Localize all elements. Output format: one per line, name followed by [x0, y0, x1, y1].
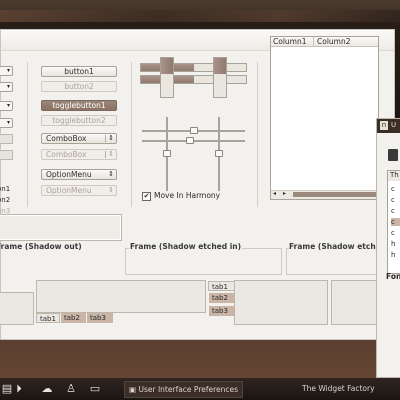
updown-arrows-icon: ⇕ [108, 134, 114, 142]
combobox-2[interactable]: ComboBox ⇕ [41, 149, 117, 160]
spin-button-3[interactable]: ▾ [0, 101, 13, 111]
scroll-right-icon[interactable]: ▸ [283, 190, 286, 197]
optionmenu-1-label: OptionMenu [46, 170, 92, 179]
column-separator [131, 62, 132, 207]
tree-column-header-2[interactable]: Column2 [314, 37, 378, 47]
combobox-2-label: ComboBox [46, 150, 87, 159]
progress-bar-horizontal-2 [140, 75, 247, 84]
spin-button-1[interactable]: ▾ [0, 66, 13, 76]
side-window-title-fragment: U [391, 121, 397, 129]
preferences-icon: ▣ [129, 385, 137, 394]
side-list-item[interactable]: c [391, 207, 400, 215]
notebook-tab-2[interactable]: tab2 [61, 313, 86, 323]
entry-1[interactable] [0, 134, 13, 144]
notebook-left-tab-1[interactable]: tab1 [208, 281, 235, 291]
frame-shadow-out [0, 214, 122, 241]
column-separator [257, 62, 258, 207]
top-panel-glow [0, 10, 400, 22]
button2[interactable]: button2 [41, 81, 117, 92]
progress-bar-vertical-1 [160, 57, 174, 98]
terminal-icon[interactable]: ▭ [88, 382, 102, 395]
optionmenu-2[interactable]: OptionMenu ⇕ [41, 185, 117, 196]
side-list-item[interactable]: h [391, 240, 400, 248]
frame-shadow-etched-in [125, 248, 282, 275]
frame-shadow-out-label: Frame (Shadow out) [0, 242, 82, 251]
frame-shadow-etched-out-label: Frame (Shadow etched out) [289, 242, 377, 251]
side-list-item[interactable]: h [391, 251, 400, 259]
chevron-down-icon: ▾ [6, 83, 10, 90]
button1[interactable]: button1 [41, 66, 117, 77]
hscale-2[interactable] [142, 137, 245, 144]
togglebutton2[interactable]: togglebutton2 [41, 115, 117, 126]
notebook-left-tab-3[interactable]: tab3 [209, 306, 234, 316]
scrollbar-thumb[interactable] [293, 192, 377, 197]
updown-arrows-icon: ⇕ [108, 170, 114, 178]
scroll-left-icon[interactable]: ◂ [273, 190, 276, 197]
side-list[interactable]: Th ccccchh [387, 170, 400, 274]
combo-separator [105, 151, 106, 158]
tree-view[interactable]: Column1 Column2 ◂ ▸ [270, 36, 379, 200]
chevron-down-icon: ▾ [6, 119, 10, 126]
user-icon[interactable]: ♙ [64, 382, 78, 395]
updown-arrows-icon: ⇕ [108, 150, 114, 158]
chat-icon[interactable]: ☁ [40, 382, 54, 395]
taskbar-item-widget-factory[interactable]: The Widget Factory [298, 381, 379, 396]
side-list-header[interactable]: Th [388, 171, 400, 181]
slider-knob[interactable] [163, 150, 171, 157]
media-play-icon[interactable]: ⏵ [12, 382, 26, 395]
slider-knob[interactable] [185, 137, 194, 144]
notebook-tab-3[interactable]: tab3 [87, 313, 113, 323]
progress-fill [161, 58, 173, 74]
notebook-left-panel [0, 292, 34, 325]
move-in-harmony-checkbox[interactable]: ✔ Move In Harmony [142, 191, 220, 201]
slider-knob[interactable] [215, 150, 223, 157]
notebook-left-tabs-body [234, 280, 328, 325]
checkbox-label: Move In Harmony [154, 191, 221, 200]
side-window: n U Th ccccchh Fon [376, 118, 400, 378]
chevron-down-icon: ▾ [6, 102, 10, 109]
side-list-item[interactable]: c [391, 229, 400, 237]
entry-2[interactable] [0, 150, 13, 160]
vscale-1[interactable] [163, 117, 171, 191]
checkmark-icon: ✔ [142, 191, 151, 201]
combo-separator [105, 135, 106, 142]
side-window-titlebar: n U [377, 119, 400, 133]
tree-horizontal-scrollbar[interactable]: ◂ ▸ [271, 190, 378, 199]
progress-fill [214, 58, 226, 74]
top-panel [0, 0, 400, 22]
side-window-label: Fon [386, 272, 400, 281]
chevron-down-icon: ▾ [6, 67, 10, 74]
side-list-item[interactable]: c [391, 196, 400, 204]
vscale-2[interactable] [215, 117, 223, 191]
notebook-tab-1[interactable]: tab1 [36, 313, 60, 323]
updown-arrows-icon: ⇕ [108, 186, 114, 194]
notebook-right-panel [331, 280, 377, 325]
radio-button-1[interactable]: on1 [0, 185, 10, 193]
progress-bar-vertical-2 [213, 57, 227, 98]
taskbar-item-preferences-label: User Interface Preferences [138, 385, 239, 394]
combobox-1-label: ComboBox [46, 134, 87, 143]
slider-knob[interactable] [189, 127, 198, 134]
togglebutton1[interactable]: togglebutton1 [41, 100, 117, 111]
tree-column-header-1[interactable]: Column1 [271, 37, 314, 47]
notebook-bottom-tabs [36, 280, 206, 313]
column-separator [27, 62, 28, 207]
optionmenu-2-label: OptionMenu [46, 186, 92, 195]
optionmenu-1[interactable]: OptionMenu ⇕ [41, 169, 117, 180]
printer-icon[interactable] [388, 149, 398, 161]
frame-shadow-etched-in-label: Frame (Shadow etched in) [129, 242, 243, 251]
notebook-left-tab-2[interactable]: tab2 [209, 293, 234, 303]
spin-button-4[interactable]: ▾ [0, 118, 13, 128]
radio-button-2[interactable]: on2 [0, 196, 10, 204]
spin-button-2[interactable]: ▾ [0, 82, 13, 92]
taskbar-item-preferences[interactable]: ▣ User Interface Preferences [124, 381, 244, 398]
side-list-item[interactable]: c [391, 185, 400, 193]
side-window-menu-icon[interactable]: n [380, 121, 388, 130]
combobox-1[interactable]: ComboBox ⇕ [41, 133, 117, 144]
side-list-item[interactable]: c [391, 218, 400, 226]
frame-shadow-etched-out [286, 248, 378, 275]
hscale-1[interactable] [142, 127, 245, 134]
progress-bar-horizontal-1 [140, 63, 247, 72]
